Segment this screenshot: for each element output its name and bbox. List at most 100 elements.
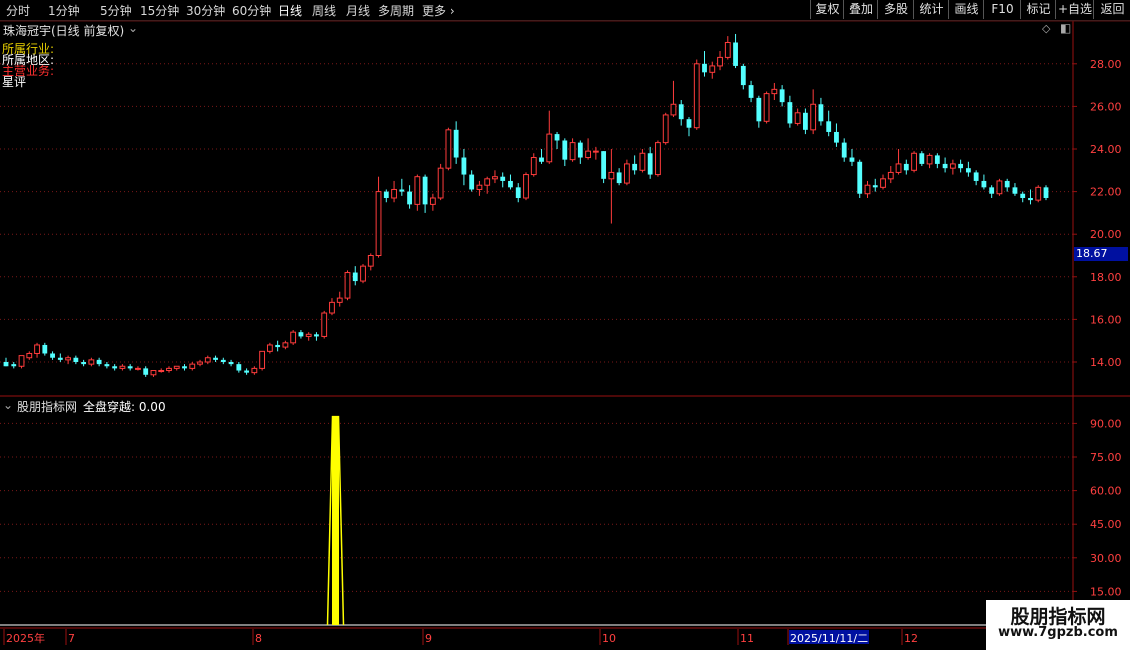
candle-body	[608, 171, 615, 180]
candle-body	[469, 174, 475, 190]
candle-body	[407, 191, 412, 205]
signal-bar	[332, 416, 339, 625]
candle-body	[577, 142, 583, 158]
candle-body	[352, 272, 358, 282]
candle-body	[34, 344, 40, 354]
candle-body	[104, 364, 110, 367]
current-price-label: 18.67	[1074, 247, 1128, 261]
candle-body	[530, 157, 537, 176]
candle-body	[182, 366, 187, 369]
candle-body	[143, 368, 149, 375]
candle-body	[849, 157, 855, 162]
indicator-collapse-icon[interactable]: ⌄	[3, 398, 13, 412]
candle-body	[259, 350, 266, 369]
candle-body	[391, 188, 397, 199]
candle-body	[344, 272, 351, 299]
candle-body	[724, 42, 731, 58]
candle-body	[655, 142, 661, 176]
candle-body	[461, 157, 467, 175]
candle-body	[623, 163, 630, 184]
candle-body	[841, 142, 847, 158]
candle-body	[50, 353, 55, 358]
candle-body	[857, 161, 863, 194]
kline-chart[interactable]: 28.00 26.00 24.00 22.00 20.00 18.00 16.00 14.00…	[0, 0, 1130, 650]
time-label: 12	[904, 632, 918, 645]
time-label: 9	[425, 632, 432, 645]
candle-body	[422, 176, 428, 205]
candle-body	[639, 152, 646, 171]
diamond-icon[interactable]: ◇	[1042, 22, 1050, 35]
candle-body	[220, 359, 226, 362]
candle-body	[321, 312, 328, 337]
candle-body	[189, 363, 196, 369]
indicator-tick-label: 45.00	[1090, 518, 1122, 531]
candle-body	[903, 163, 909, 171]
candle-body	[11, 364, 17, 367]
time-label: 8	[255, 632, 262, 645]
candle-body	[632, 163, 638, 171]
candle-body	[228, 362, 234, 365]
time-label: 7	[68, 632, 75, 645]
candle-body	[996, 180, 1003, 195]
candle-body	[965, 168, 971, 173]
candle-body	[647, 153, 653, 175]
candle-body	[934, 155, 940, 164]
candle-body	[601, 151, 607, 179]
candle-body	[554, 134, 560, 141]
candle-body	[709, 65, 716, 73]
indicator-tick-label: 30.00	[1090, 552, 1122, 565]
candle-body	[949, 163, 956, 169]
candle-body	[73, 357, 79, 362]
candle-body	[515, 187, 521, 198]
watermark: 股朋指标网 www.7gpzb.com	[986, 600, 1130, 650]
candle-body	[383, 191, 389, 198]
candle-body	[336, 297, 343, 303]
candle-body	[926, 154, 933, 165]
candle-body	[794, 112, 801, 124]
candle-body	[1020, 193, 1026, 198]
candle-body	[670, 103, 677, 116]
candle-body	[686, 119, 692, 128]
price-tick-label: 24.00	[1090, 143, 1122, 156]
candle-body	[375, 191, 382, 257]
candle-body	[429, 197, 436, 205]
candle-body	[787, 102, 793, 124]
stock-info-label-3: 星评	[2, 75, 27, 89]
candle-body	[445, 129, 452, 169]
candle-body	[127, 366, 133, 369]
candle-body	[693, 63, 700, 129]
candle-body	[717, 56, 723, 67]
candle-body	[314, 334, 319, 337]
candle-body	[818, 104, 824, 122]
candle-body	[1012, 187, 1018, 194]
candle-body	[197, 361, 203, 365]
candle-body	[119, 365, 126, 369]
candle-body	[585, 150, 591, 159]
price-tick-label: 20.00	[1090, 228, 1122, 241]
price-tick-label: 18.00	[1090, 271, 1122, 284]
candle-body	[399, 189, 405, 192]
candle-body	[942, 163, 948, 169]
indicator-formula: 全盘穿越: 0.00	[83, 400, 166, 414]
indicator-tick-label: 60.00	[1090, 485, 1122, 498]
candle-body	[437, 167, 444, 199]
window-toggle-icon[interactable]: ◧	[1060, 21, 1071, 35]
candle-body	[492, 176, 498, 180]
candle-body	[756, 97, 762, 122]
candle-body	[166, 367, 172, 372]
candle-body	[872, 185, 878, 188]
candle-body	[958, 163, 964, 169]
candle-body	[546, 133, 553, 163]
candle-body	[329, 301, 335, 314]
candle-body	[150, 370, 157, 376]
candle-body	[989, 187, 995, 194]
candle-body	[42, 344, 48, 354]
chevron-down-icon[interactable]: ⌄	[128, 21, 138, 35]
candle-body	[592, 150, 599, 153]
candle-body	[65, 357, 71, 361]
candle-body	[748, 85, 754, 98]
candle-body	[508, 180, 513, 188]
candle-body	[298, 332, 304, 337]
candle-body	[562, 140, 568, 160]
candle-body	[251, 367, 258, 374]
